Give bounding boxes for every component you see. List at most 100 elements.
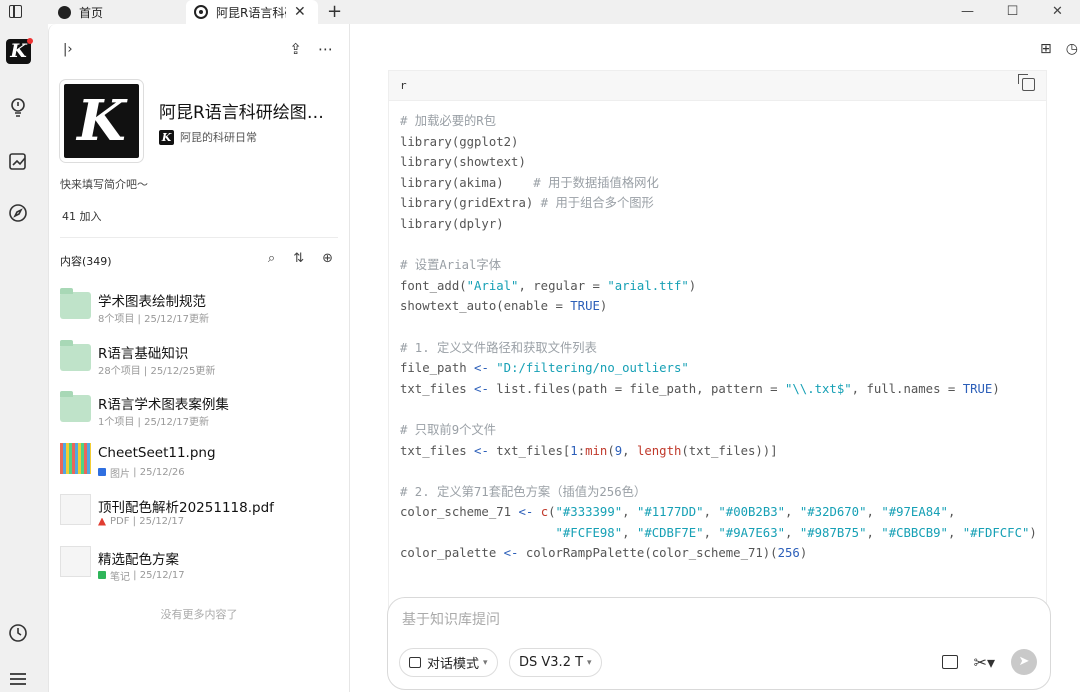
author-avatar: K	[159, 129, 174, 145]
list-item[interactable]: R语言基础知识 28个项目 | 25/12/25更新	[60, 338, 340, 390]
code-line: library(akima) # 用于数据插值格网化	[400, 175, 659, 190]
sort-icon[interactable]: ⇅	[293, 251, 304, 266]
content-heading: 内容(349)	[60, 255, 112, 268]
code-line: # 只取前9个文件	[400, 422, 496, 437]
edit-chart-icon[interactable]	[8, 151, 28, 171]
add-content-icon[interactable]: ⊕	[322, 251, 333, 266]
maximize-button[interactable]: ☐	[990, 0, 1035, 24]
item-meta: 28个项目 | 25/12/25更新	[98, 365, 216, 377]
code-line: library(showtext)	[400, 155, 526, 170]
no-more-content: 没有更多内容了	[160, 608, 238, 621]
chevron-down-icon: ▾	[483, 657, 488, 668]
code-line: color_palette <- colorRampPalette(color_…	[400, 546, 808, 561]
kb-title: 阿昆R语言科研绘图知识库	[159, 103, 339, 123]
code-language: r	[400, 79, 407, 92]
note-thumbnail	[60, 545, 91, 577]
clock-icon[interactable]	[8, 623, 28, 643]
tab-home[interactable]: 首页	[50, 0, 180, 24]
author-name: 阿昆的科研日常	[180, 131, 257, 144]
item-name: R语言学术图表案例集	[98, 397, 229, 413]
code-line: txt_files <- list.files(path = file_path…	[400, 381, 1000, 396]
code-body: # 加载必要的R包 library(ggplot2) library(showtex…	[389, 101, 1046, 564]
folder-icon	[60, 339, 91, 371]
item-name: 学术图表绘制规范	[98, 294, 206, 310]
pdf-thumbnail	[60, 494, 91, 525]
joined-count: 41 加入	[62, 210, 102, 223]
scissors-icon[interactable]: ✂▾	[974, 653, 995, 672]
item-meta: 8个项目 | 25/12/17更新	[98, 314, 210, 325]
item-name: CheetSeet11.png	[98, 444, 216, 461]
folder-icon	[60, 391, 91, 422]
left-rail: K	[0, 24, 48, 692]
item-type: PDF	[110, 516, 130, 527]
more-icon[interactable]: ⋯	[318, 40, 333, 58]
send-button[interactable]: ➤	[1011, 649, 1037, 675]
compass-icon[interactable]	[8, 203, 28, 223]
item-meta: 图片 | 25/12/26	[98, 465, 185, 480]
item-date: 25/12/26	[139, 466, 185, 478]
collapse-panel-icon[interactable]: |›	[63, 42, 73, 57]
code-line: # 2. 定义第71套配色方案（插值为256色）	[400, 484, 647, 499]
code-line: # 1. 定义文件路径和获取文件列表	[400, 340, 597, 355]
close-tab-icon[interactable]: ✕	[294, 4, 306, 20]
code-line: "#FCFE98", "#CDBF7E", "#9A7E63", "#987B7…	[555, 525, 1037, 540]
code-line: file_path <- "D:/filtering/no_outliers"	[400, 361, 689, 376]
mode-dropdown[interactable]: 对话模式 ▾	[399, 648, 498, 677]
knowledge-base-panel: |› ⇪ ⋯ K 阿昆R语言科研绘图知识库 K 阿昆的科研日常 快来填写简介吧～…	[48, 24, 350, 692]
code-line: font_add("Arial", regular = "arial.ttf")	[400, 278, 697, 293]
folder-icon	[60, 288, 91, 319]
item-type: 笔记	[110, 571, 130, 583]
history-icon[interactable]: ◷	[1066, 41, 1078, 57]
code-line: showtext_auto(enable = TRUE)	[400, 299, 608, 314]
menu-icon[interactable]	[8, 669, 28, 689]
question-input[interactable]	[402, 611, 1022, 627]
item-type: 图片	[110, 468, 130, 480]
code-line: txt_files <- txt_files[1:min(9, length(t…	[400, 443, 778, 458]
code-line: # 设置Arial字体	[400, 258, 502, 273]
item-meta: 笔记 | 25/12/17	[98, 568, 185, 583]
list-item[interactable]: R语言学术图表案例集 1个项目 | 25/12/17更新	[60, 389, 340, 441]
image-type-icon	[98, 468, 106, 476]
close-window-button[interactable]: ✕	[1035, 0, 1080, 24]
item-meta: 1个项目 | 25/12/17更新	[98, 417, 210, 428]
code-line: library(gridExtra) # 用于组合多个图形	[400, 196, 654, 211]
code-line: color_scheme_71 <- c("#333399", "#1177DD…	[400, 505, 956, 520]
tab-knowledge-base[interactable]: 阿昆R语言科研 ✕	[186, 0, 318, 24]
list-item[interactable]: 精选配色方案 笔记 | 25/12/17	[60, 544, 340, 596]
copy-icon[interactable]	[1018, 74, 1035, 91]
chat-composer: 对话模式 ▾ DS V3.2 T ▾ ✂▾ ➤	[387, 597, 1051, 690]
chat-bubble-icon	[409, 657, 421, 668]
list-item[interactable]: 学术图表绘制规范 8个项目 | 25/12/17更新	[60, 286, 340, 338]
kb-cover: K	[60, 80, 143, 162]
content-list: 学术图表绘制规范 8个项目 | 25/12/17更新 R语言基础知识 28个项目…	[60, 286, 340, 595]
mode-label: 对话模式	[427, 657, 480, 672]
title-bar: 首页 阿昆R语言科研 ✕ + — ☐ ✕	[0, 0, 1080, 24]
chevron-down-icon: ▾	[587, 657, 592, 668]
item-date: 25/12/17	[139, 569, 185, 581]
minimize-button[interactable]: —	[945, 0, 990, 24]
lightbulb-icon[interactable]	[8, 97, 28, 117]
divider	[60, 237, 338, 238]
pdf-type-icon	[98, 517, 106, 526]
new-chat-icon[interactable]: ⊞	[1040, 41, 1052, 57]
model-dropdown[interactable]: DS V3.2 T ▾	[509, 648, 602, 677]
note-type-icon	[98, 571, 106, 579]
sidebar-toggle-icon[interactable]	[9, 5, 22, 18]
item-meta: PDF | 25/12/17	[98, 516, 184, 527]
item-date: 25/12/17	[139, 516, 185, 527]
item-name: 顶刊配色解析20251118.pdf	[98, 500, 274, 516]
list-item[interactable]: CheetSeet11.png 图片 | 25/12/26	[60, 441, 340, 493]
image-thumbnail	[60, 442, 91, 474]
new-tab-button[interactable]: +	[327, 1, 342, 22]
image-upload-icon[interactable]	[941, 655, 958, 669]
list-item[interactable]: 顶刊配色解析20251118.pdf PDF | 25/12/17	[60, 492, 340, 544]
search-icon[interactable]: ⌕	[268, 251, 275, 266]
lightbulb-icon	[194, 5, 208, 19]
item-name: R语言基础知识	[98, 345, 189, 362]
kb-author[interactable]: K 阿昆的科研日常	[159, 129, 257, 145]
kb-description[interactable]: 快来填写简介吧～	[60, 176, 148, 192]
notification-dot	[27, 38, 33, 44]
share-icon[interactable]: ⇪	[289, 40, 302, 58]
